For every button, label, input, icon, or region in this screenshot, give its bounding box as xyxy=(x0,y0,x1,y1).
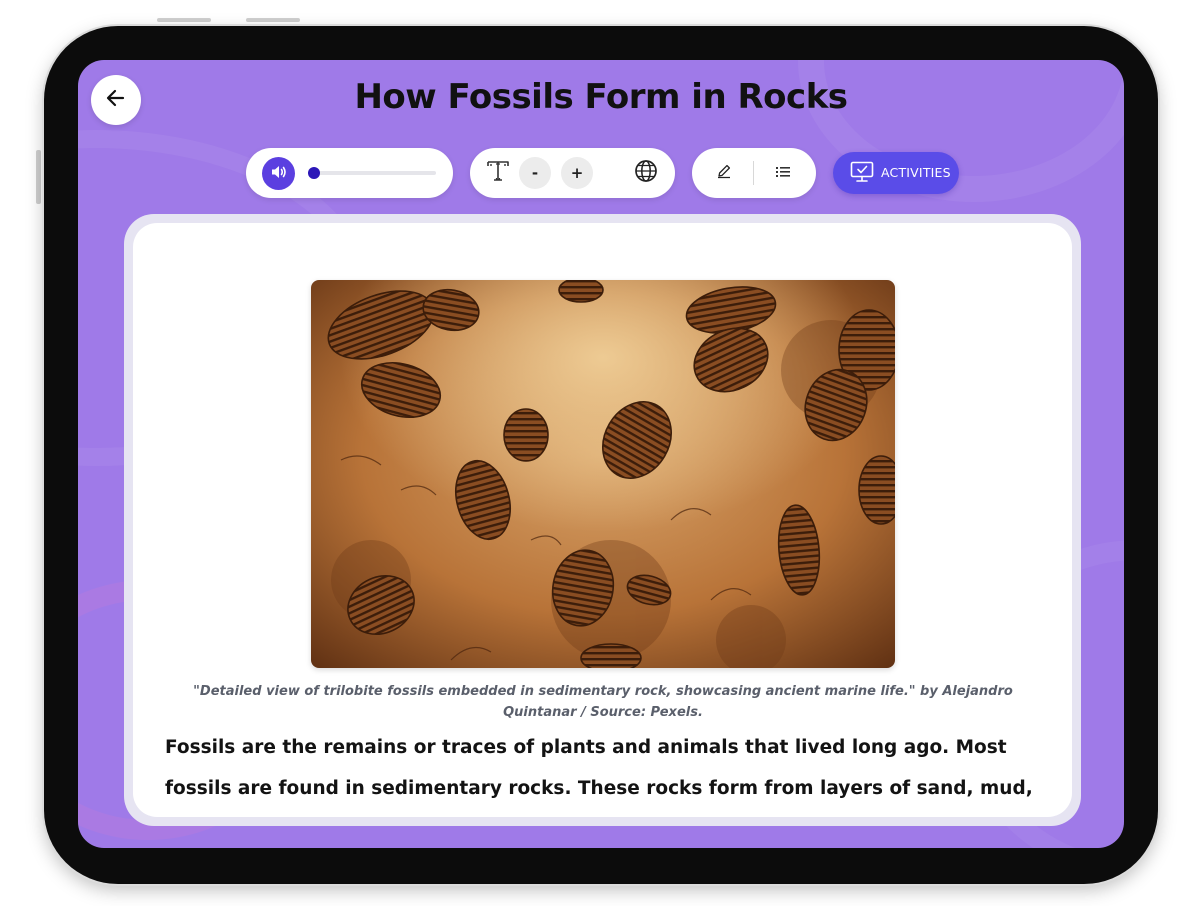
annotation-tools xyxy=(692,148,816,198)
page-title: How Fossils Form in Rocks xyxy=(354,77,848,117)
text-size-icon xyxy=(485,159,511,187)
toolbar-divider xyxy=(753,161,754,185)
pencil-icon xyxy=(716,163,732,183)
speaker-icon xyxy=(270,163,288,185)
tablet-frame: How Fossils Form in Rocks - + ACTIVITIES… xyxy=(44,26,1158,884)
device-power-button xyxy=(246,18,300,22)
outline-button[interactable] xyxy=(773,163,793,183)
text-size-button[interactable] xyxy=(484,160,512,186)
device-side-button xyxy=(36,150,41,204)
audio-progress-slider[interactable] xyxy=(308,167,436,179)
audio-player xyxy=(246,148,453,198)
activities-label: ACTIVITIES xyxy=(881,165,951,180)
monitor-check-icon xyxy=(850,161,874,187)
increase-text-button[interactable]: + xyxy=(561,157,593,189)
language-button[interactable] xyxy=(633,160,659,186)
article-card-frame: "Detailed view of trilobite fossils embe… xyxy=(124,214,1081,826)
audio-progress-knob[interactable] xyxy=(308,167,320,179)
article-body: Fossils are the remains or traces of pla… xyxy=(165,737,1033,799)
article-card[interactable]: "Detailed view of trilobite fossils embe… xyxy=(133,223,1072,817)
activities-button[interactable]: ACTIVITIES xyxy=(833,152,959,194)
article-image xyxy=(311,280,895,668)
image-caption: "Detailed view of trilobite fossils embe… xyxy=(193,684,1013,720)
app-screen: How Fossils Form in Rocks - + ACTIVITIES… xyxy=(78,60,1124,848)
globe-icon xyxy=(634,159,658,187)
play-audio-button[interactable] xyxy=(262,157,295,190)
device-volume-button xyxy=(157,18,211,22)
list-icon xyxy=(775,164,791,183)
text-tools: - + xyxy=(470,148,675,198)
highlight-button[interactable] xyxy=(714,163,734,183)
decrease-text-button[interactable]: - xyxy=(519,157,551,189)
